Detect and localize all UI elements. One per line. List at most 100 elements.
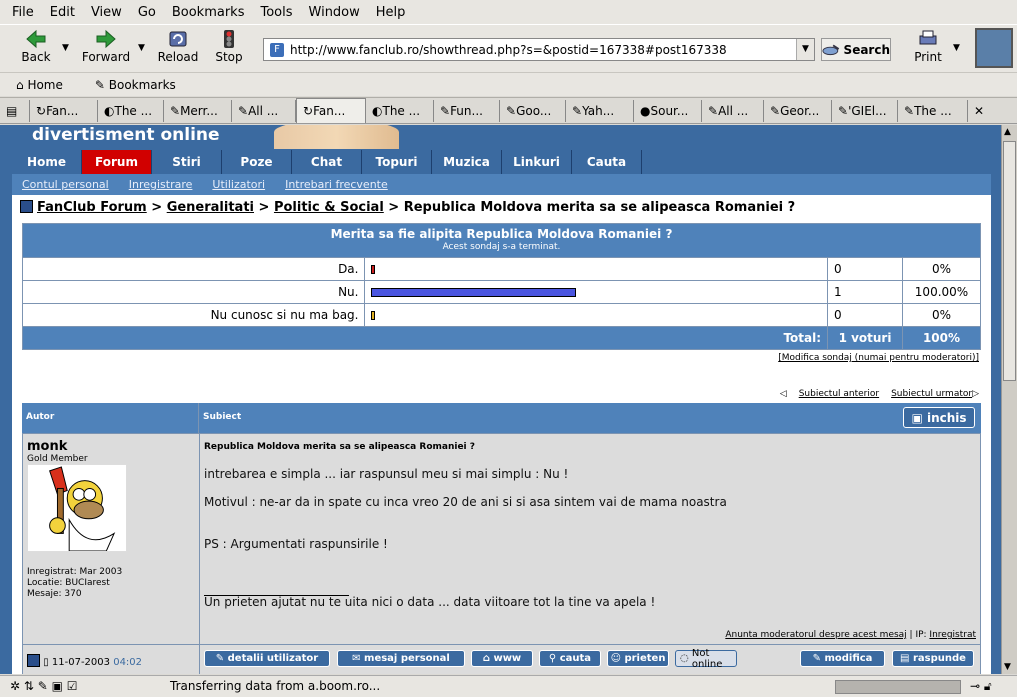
search-label: Search — [843, 42, 890, 57]
new-tab-icon[interactable]: ▤ — [0, 99, 30, 122]
tab-4[interactable]: ✎ All ... — [232, 99, 296, 122]
tab-11[interactable]: ✎ All ... — [702, 99, 764, 122]
tab-label: The ... — [914, 103, 952, 118]
url-history-dropdown-icon[interactable]: ▼ — [796, 39, 814, 60]
crumb-category[interactable]: Generalitati — [167, 200, 254, 215]
post-username[interactable]: monk — [27, 439, 67, 454]
tab-2[interactable]: ◐ The ... — [98, 99, 164, 122]
scroll-up-arrow-icon[interactable]: ▲ — [1004, 127, 1011, 137]
reload-button[interactable]: Reload — [156, 27, 200, 71]
post-text-line: PS : Argumentati raspunsirile ! — [204, 537, 388, 551]
add-friend-button[interactable]: ☺ prieten — [607, 650, 669, 667]
prev-thread-link[interactable]: Subiectul anterior — [799, 389, 879, 399]
search-posts-button[interactable]: ⚲ cauta — [539, 650, 601, 667]
next-thread-link[interactable]: Subiectul urmator — [891, 389, 972, 399]
bookmarks-button[interactable]: ✎ Bookmarks — [95, 78, 192, 92]
personal-toolbar: ⌂ Home ✎ Bookmarks — [0, 72, 1017, 96]
ip-link[interactable]: Inregistrat — [929, 630, 976, 640]
user-details-label: detalii utilizator — [227, 653, 319, 664]
tab-14[interactable]: ✎ The ... — [898, 99, 968, 122]
url-field[interactable]: F http://www.fanclub.ro/showthread.php?s… — [263, 38, 815, 61]
nav-home[interactable]: Home — [12, 150, 82, 174]
vertical-scrollbar[interactable]: ▲ ▼ — [1001, 125, 1017, 674]
thread-closed-button[interactable]: ▣ inchis — [903, 407, 975, 428]
menu-window[interactable]: Window — [309, 5, 360, 20]
site-title: divertisment online — [32, 125, 220, 145]
forward-dropdown-icon[interactable]: ▼ — [138, 43, 145, 53]
crumb-sep: > — [383, 200, 404, 215]
poll-bar-cell — [364, 257, 829, 281]
nav-poze[interactable]: Poze — [222, 150, 292, 174]
menu-go[interactable]: Go — [138, 5, 156, 20]
post-folder-icon — [27, 654, 40, 667]
modify-poll-link[interactable]: [Modifica sondaj (numai pentru moderator… — [778, 353, 979, 363]
nav-forum[interactable]: Forum — [82, 150, 152, 174]
browser-logo — [975, 28, 1013, 68]
scroll-down-arrow-icon[interactable]: ▼ — [1004, 662, 1011, 672]
search-posts-label: cauta — [559, 653, 592, 664]
print-dropdown-icon[interactable]: ▼ — [953, 43, 960, 53]
forum-folder-icon — [20, 200, 33, 213]
report-to-moderator-link[interactable]: Anunta moderatorul despre acest mesaj — [725, 630, 906, 640]
reply-button[interactable]: ▤ raspunde — [892, 650, 974, 667]
link-intrebari-frecvente[interactable]: Intrebari frecvente — [285, 178, 388, 191]
back-button[interactable]: Back — [14, 27, 58, 71]
tab-1[interactable]: ↻ Fan... — [30, 99, 98, 122]
nav-muzica[interactable]: Muzica — [432, 150, 502, 174]
search-button[interactable]: Search — [821, 38, 891, 61]
crumb-subforum[interactable]: Politic & Social — [274, 200, 384, 215]
tab-10[interactable]: ● Sour... — [634, 99, 702, 122]
nav-linkuri[interactable]: Linkuri — [502, 150, 572, 174]
tab-13[interactable]: ✎ 'GIEl... — [832, 99, 898, 122]
offline-icon: ◌ — [680, 653, 692, 664]
column-divider — [199, 645, 200, 674]
home-button[interactable]: ⌂ Home — [16, 78, 79, 92]
link-utilizatori[interactable]: Utilizatori — [212, 178, 265, 191]
tab-8[interactable]: ✎ Goo... — [500, 99, 566, 122]
edit-post-button[interactable]: ✎ modifica — [800, 650, 885, 667]
user-avatar — [27, 464, 127, 552]
menu-file[interactable]: File — [12, 5, 34, 20]
tab-label: Fan... — [313, 104, 346, 118]
menu-help[interactable]: Help — [376, 5, 406, 20]
link-contul-personal[interactable]: Contul personal — [22, 178, 109, 191]
nav-cauta[interactable]: Cauta — [572, 150, 642, 174]
nav-stiri[interactable]: Stiri — [152, 150, 222, 174]
back-dropdown-icon[interactable]: ▼ — [62, 43, 69, 53]
print-button[interactable]: Print — [910, 27, 946, 71]
poll-mod-link-wrap: [Modifica sondaj (numai pentru moderator… — [778, 353, 979, 363]
tab-label: Geor... — [780, 103, 820, 118]
menu-edit[interactable]: Edit — [50, 5, 75, 20]
nav-chat[interactable]: Chat — [292, 150, 362, 174]
menu-view[interactable]: View — [91, 5, 122, 20]
tab-7[interactable]: ✎ Fun... — [434, 99, 500, 122]
tab-9[interactable]: ✎ Yah... — [566, 99, 634, 122]
stop-icon — [224, 30, 234, 48]
tab-3[interactable]: ✎ Merr... — [164, 99, 232, 122]
forum-content: FanClub Forum > Generalitati > Politic &… — [12, 195, 991, 674]
poll-question: Merita sa fie alipita Republica Moldova … — [330, 226, 673, 241]
user-details-icon: ✎ — [215, 653, 228, 664]
scrollbar-thumb[interactable] — [1003, 141, 1016, 381]
nav-topuri[interactable]: Topuri — [362, 150, 432, 174]
crumb-root[interactable]: FanClub Forum — [37, 200, 147, 215]
magnifier-icon: ⚲ — [548, 653, 560, 664]
stop-button[interactable]: Stop — [210, 27, 248, 71]
tab-12[interactable]: ✎ Geor... — [764, 99, 832, 122]
user-details-button[interactable]: ✎ detalii utilizator — [204, 650, 330, 667]
menu-bookmarks[interactable]: Bookmarks — [172, 5, 245, 20]
close-tab-icon[interactable]: ✕ — [968, 100, 993, 122]
link-inregistrare[interactable]: Inregistrare — [129, 178, 193, 191]
header-banner-image — [274, 125, 399, 149]
tab-label: Sour... — [650, 103, 689, 118]
tab-5-active[interactable]: ↻ Fan... — [296, 98, 366, 123]
private-message-button[interactable]: ✉ mesaj personal — [337, 650, 465, 667]
forward-button[interactable]: Forward — [78, 27, 134, 71]
page-viewport: divertisment online Home Forum Stiri Poz… — [0, 125, 1001, 674]
site-main-nav: Home Forum Stiri Poze Chat Topuri Muzica… — [12, 150, 991, 174]
navigation-toolbar: Back ▼ Forward ▼ Reload Stop F http://ww… — [0, 24, 1017, 72]
menu-tools[interactable]: Tools — [260, 5, 292, 20]
www-button[interactable]: ⌂ www — [471, 650, 533, 667]
tab-6[interactable]: ◐ The ... — [366, 99, 434, 122]
poll-bar — [371, 311, 376, 320]
